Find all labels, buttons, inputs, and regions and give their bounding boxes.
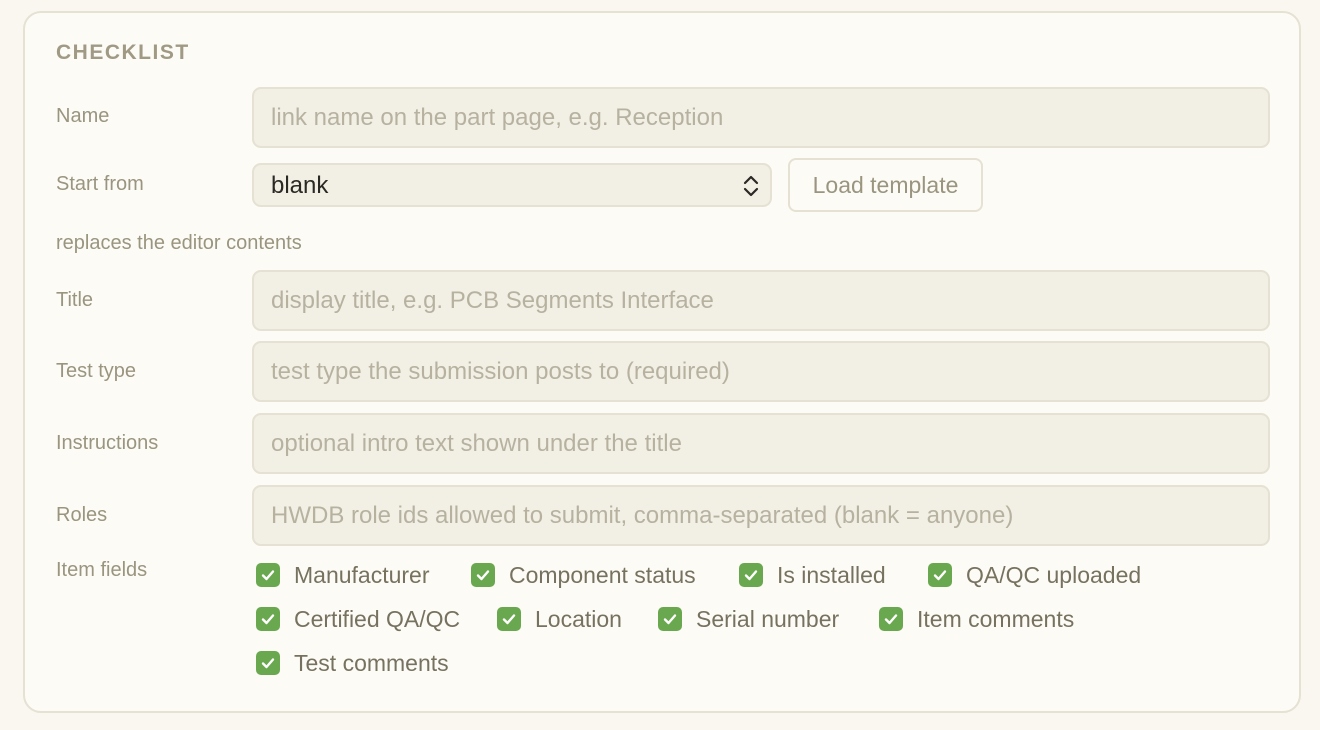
checkmark-icon[interactable] (471, 563, 495, 587)
checkbox-qaqc-uploaded[interactable]: QA/QC uploaded (928, 561, 1141, 589)
checkbox-label: Certified QA/QC (294, 605, 461, 632)
checkmark-icon[interactable] (879, 607, 903, 631)
section-heading: CHECKLIST (56, 41, 190, 64)
checkbox-manufacturer[interactable]: Manufacturer (256, 561, 430, 589)
checkbox-certified-qaqc[interactable]: Certified QA/QC (256, 605, 460, 633)
start-from-select-value: blank (271, 172, 329, 199)
checkbox-label: Serial number (696, 605, 840, 632)
checkmark-icon[interactable] (256, 563, 280, 587)
start-from-label: Start from (56, 173, 144, 195)
checkmark-icon[interactable] (658, 607, 682, 631)
checkbox-label: Is installed (777, 561, 886, 588)
checkbox-location[interactable]: Location (497, 605, 622, 633)
name-input[interactable] (252, 87, 1270, 148)
checkmark-icon[interactable] (739, 563, 763, 587)
checkbox-is-installed[interactable]: Is installed (739, 561, 886, 589)
instructions-input[interactable] (252, 413, 1270, 474)
checkmark-icon[interactable] (256, 651, 280, 675)
start-from-select[interactable]: blank (252, 163, 772, 207)
name-label: Name (56, 105, 110, 127)
title-label: Title (56, 289, 94, 311)
checkbox-serial-number[interactable]: Serial number (658, 605, 839, 633)
checkbox-component-status[interactable]: Component status (471, 561, 696, 589)
checkbox-label: Location (535, 605, 622, 632)
instructions-label: Instructions (56, 432, 159, 454)
chevron-updown-icon (743, 175, 759, 197)
checkbox-test-comments[interactable]: Test comments (256, 649, 449, 677)
roles-input[interactable] (252, 485, 1270, 546)
checkmark-icon[interactable] (256, 607, 280, 631)
checkbox-label: Manufacturer (294, 561, 430, 588)
checkmark-icon[interactable] (497, 607, 521, 631)
roles-label: Roles (56, 504, 108, 526)
start-from-hint: replaces the editor contents (56, 232, 302, 254)
test-type-input[interactable] (252, 341, 1270, 402)
checkbox-label: QA/QC uploaded (966, 561, 1142, 588)
checkbox-label: Component status (509, 561, 696, 588)
checkmark-icon[interactable] (928, 563, 952, 587)
test-type-label: Test type (56, 360, 137, 382)
load-template-button[interactable]: Load template (788, 158, 983, 212)
checkbox-label: Item comments (917, 605, 1075, 632)
checkbox-item-comments[interactable]: Item comments (879, 605, 1074, 633)
checkbox-label: Test comments (294, 649, 449, 676)
title-input[interactable] (252, 270, 1270, 331)
item-fields-label: Item fields (56, 559, 148, 581)
